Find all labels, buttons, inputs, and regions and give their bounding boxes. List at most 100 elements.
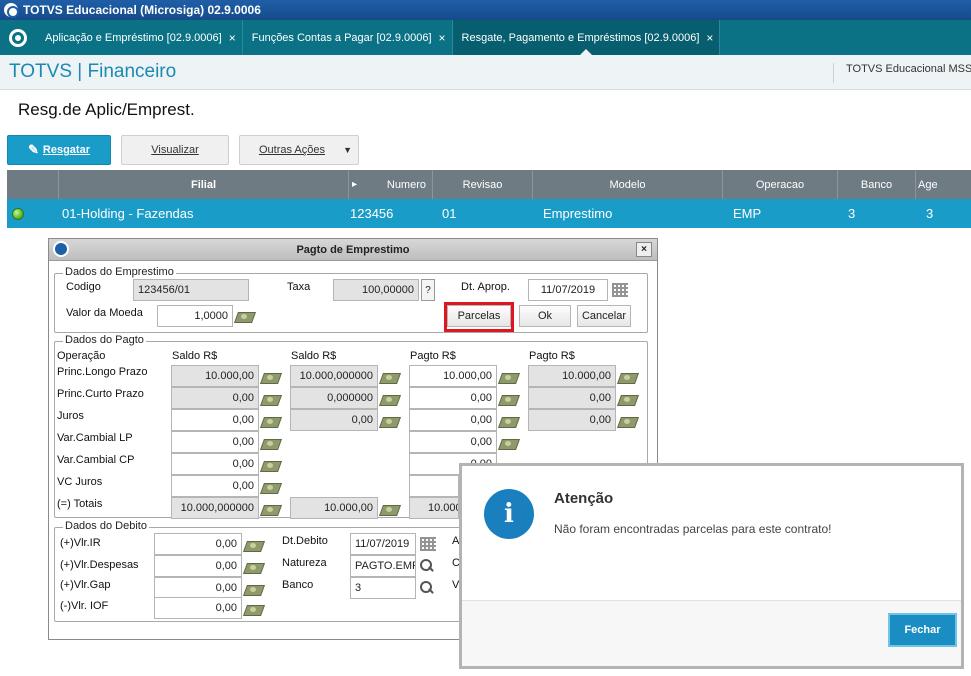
saldo-field[interactable]: 0,00 [171, 387, 259, 409]
brand-title: TOTVS | Financeiro [9, 61, 177, 82]
currency-icon[interactable] [381, 371, 399, 383]
saldo-field[interactable]: 0,00 [171, 453, 259, 475]
window-title: TOTVS Educacional (Microsiga) 02.9.0006 [23, 3, 261, 17]
search-icon[interactable] [420, 559, 434, 573]
dt-aprop-field[interactable]: 11/07/2019 [528, 279, 608, 301]
valor-moeda-field[interactable]: 1,0000 [157, 305, 233, 327]
saldo-field[interactable]: 0,00 [171, 409, 259, 431]
banco-field[interactable]: 3 [350, 577, 416, 599]
pagto-field[interactable]: 0,00 [528, 387, 616, 409]
ok-button[interactable]: Ok [519, 305, 571, 327]
header-saldo-1: Saldo R$ [172, 350, 218, 362]
currency-icon[interactable] [381, 415, 399, 427]
pagto-field[interactable]: 0,00 [409, 409, 497, 431]
chevron-down-icon: ▼ [343, 145, 352, 155]
currency-icon[interactable] [245, 561, 263, 573]
company-name: TOTVS Educacional MSSQ [833, 63, 971, 83]
cell-filial: 01-Holding - Fazendas [62, 206, 194, 221]
row-label: Princ.Longo Prazo [57, 366, 148, 378]
visualizar-button[interactable]: Visualizar [121, 135, 229, 165]
grid-column-operacao[interactable]: Operacao [723, 170, 838, 199]
tab-funcoes-contas-pagar[interactable]: Funções Contas a Pagar [02.9.0006] × [243, 20, 453, 55]
close-tab-icon[interactable]: × [439, 31, 446, 45]
dt-debito-field[interactable]: 11/07/2019 [350, 533, 416, 555]
currency-icon[interactable] [381, 393, 399, 405]
currency-icon[interactable] [262, 415, 280, 427]
close-icon[interactable]: × [636, 242, 652, 257]
alert-body: i Atenção Não foram encontradas parcelas… [462, 466, 961, 600]
pagto-field[interactable]: 0,00 [409, 431, 497, 453]
codigo-field[interactable]: 123456/01 [133, 279, 249, 301]
grid-column-banco[interactable]: Banco [838, 170, 916, 199]
currency-icon[interactable] [262, 503, 280, 515]
currency-icon[interactable] [262, 459, 280, 471]
total-field[interactable]: 10.000,00 [290, 497, 378, 519]
atencao-alert-dialog: i Atenção Não foram encontradas parcelas… [459, 463, 964, 669]
module-tabbar: Aplicação e Empréstimo [02.9.0006] × Fun… [0, 20, 971, 55]
currency-icon[interactable] [236, 310, 254, 322]
grid-column-modelo[interactable]: Modelo [533, 170, 723, 199]
pagto-field[interactable]: 10.000,00 [528, 365, 616, 387]
fechar-button[interactable]: Fechar [888, 613, 957, 647]
currency-icon[interactable] [245, 539, 263, 551]
pagto-field[interactable]: 0,00 [528, 409, 616, 431]
saldo-field[interactable]: 0,00 [171, 431, 259, 453]
saldo-field[interactable]: 0,00 [290, 409, 378, 431]
row-label: Juros [57, 410, 84, 422]
saldo-field[interactable]: 10.000,00 [171, 365, 259, 387]
table-row[interactable]: 01-Holding - Fazendas 123456 01 Empresti… [7, 199, 971, 228]
outras-acoes-button[interactable]: Outras Ações ▼ [239, 135, 359, 165]
vlr-gap-field[interactable]: 0,00 [154, 577, 242, 599]
search-icon[interactable] [420, 581, 434, 595]
tab-aplicacao-emprestimo[interactable]: Aplicação e Empréstimo [02.9.0006] × [36, 20, 243, 55]
currency-icon[interactable] [619, 393, 637, 405]
calendar-icon[interactable] [420, 537, 436, 551]
row-label: Var.Cambial CP [57, 454, 135, 466]
total-field[interactable]: 10.000,000000 [171, 497, 259, 519]
currency-icon[interactable] [500, 371, 518, 383]
status-icon [7, 199, 59, 228]
currency-icon[interactable] [381, 503, 399, 515]
grid-column-filial[interactable]: Filial [59, 170, 349, 199]
currency-icon[interactable] [262, 393, 280, 405]
saldo-field[interactable]: 0,00 [171, 475, 259, 497]
home-icon[interactable] [0, 20, 36, 55]
currency-icon[interactable] [262, 437, 280, 449]
vlr-iof-field[interactable]: 0,00 [154, 597, 242, 619]
pagto-field[interactable]: 0,00 [409, 387, 497, 409]
cancelar-button[interactable]: Cancelar [577, 305, 631, 327]
taxa-help-button[interactable]: ? [421, 279, 435, 301]
saldo-field[interactable]: 10.000,000000 [290, 365, 378, 387]
cell-revisao: 01 [442, 206, 457, 221]
close-tab-icon[interactable]: × [706, 31, 713, 45]
outras-acoes-label: Outras Ações [258, 144, 326, 156]
grid-column-revisao[interactable]: Revisao [433, 170, 533, 199]
vlr-despesas-field[interactable]: 0,00 [154, 555, 242, 577]
currency-icon[interactable] [262, 481, 280, 493]
currency-icon[interactable] [619, 415, 637, 427]
vlr-ir-field[interactable]: 0,00 [154, 533, 242, 555]
grid-column-numero[interactable]: ▸ Numero [349, 170, 433, 199]
natureza-field[interactable]: PAGTO.EMP [350, 555, 416, 577]
saldo-field[interactable]: 0,000000 [290, 387, 378, 409]
app-logo-icon [4, 3, 19, 18]
calendar-icon[interactable] [612, 283, 628, 297]
tab-resgate-pagamento[interactable]: Resgate, Pagamento e Empréstimos [02.9.0… [452, 20, 721, 55]
currency-icon[interactable] [500, 393, 518, 405]
taxa-field[interactable]: 100,00000 [333, 279, 419, 301]
currency-icon[interactable] [245, 583, 263, 595]
close-tab-icon[interactable]: × [229, 31, 236, 45]
pagto-field[interactable] [409, 475, 459, 497]
currency-icon[interactable] [245, 603, 263, 615]
page-title: Resg.de Aplic/Emprest. [18, 100, 195, 119]
currency-icon[interactable] [500, 437, 518, 449]
pagto-field[interactable]: 10.000,00 [409, 365, 497, 387]
currency-icon[interactable] [500, 415, 518, 427]
total-field[interactable]: 10.000 [409, 497, 459, 519]
currency-icon[interactable] [262, 371, 280, 383]
grid-column-agencia[interactable]: Age [916, 170, 971, 199]
resgatar-button[interactable]: ✎ Resgatar [7, 135, 111, 165]
currency-icon[interactable] [619, 371, 637, 383]
cell-agencia: 3 [926, 206, 934, 221]
grid-column-numero-label: Numero [386, 178, 426, 191]
